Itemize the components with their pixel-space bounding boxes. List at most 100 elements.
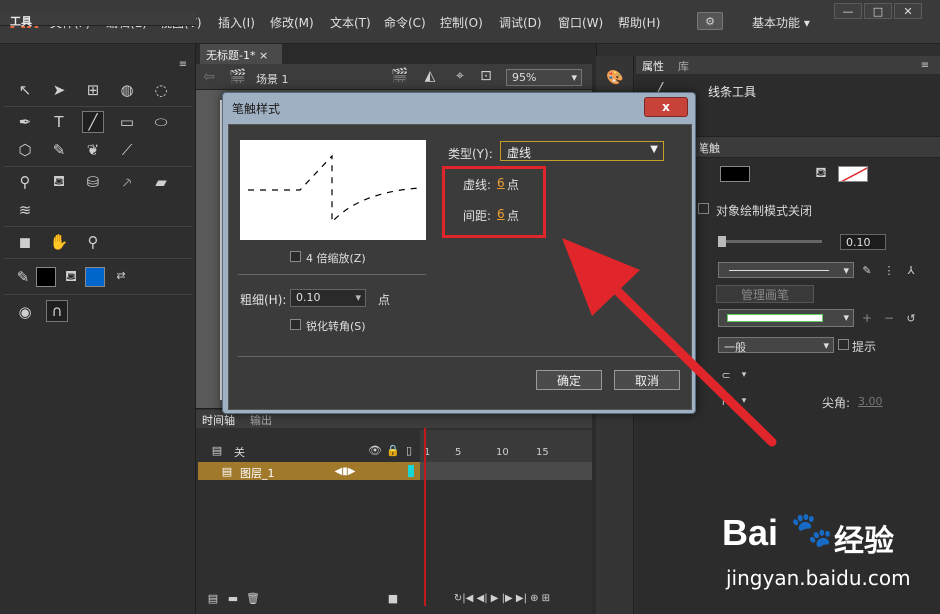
pen-icon[interactable]: ✒ <box>14 111 36 133</box>
annotation-arrow <box>562 238 777 447</box>
oval-icon[interactable]: ⬭ <box>150 111 172 133</box>
watermark-brand2: 经验 <box>834 524 894 559</box>
brush-icon[interactable]: ⟋ <box>116 139 138 161</box>
width-tool-icon[interactable]: ≋ <box>14 199 36 221</box>
line-tool-icon[interactable]: ╱ <box>82 111 104 133</box>
selection-tool-icon[interactable]: ↖ <box>14 79 36 101</box>
layer-color-indicator <box>408 465 414 477</box>
close-tab-icon[interactable]: × <box>259 49 268 62</box>
eraser-icon[interactable]: ▰ <box>150 171 172 193</box>
3d-rotation-icon[interactable]: ◍ <box>116 79 138 101</box>
hand-tool-icon[interactable]: ✋ <box>48 231 70 253</box>
reset-icon[interactable]: ↺ <box>904 311 918 325</box>
tab-properties[interactable]: 属性 <box>642 58 664 74</box>
fill-bucket-icon: ⛾ <box>815 165 827 181</box>
scene-label: 场景 1 <box>256 73 289 86</box>
workspace-label: 基本功能 <box>752 16 801 30</box>
chevron-down-icon: ▾ <box>843 264 849 277</box>
tab-timeline[interactable]: 时间轴 <box>202 412 235 428</box>
playback-controls-icon[interactable]: ◀▮▶ <box>328 464 362 478</box>
pencil-icon[interactable]: ✎ <box>48 139 70 161</box>
eyedropper-icon[interactable]: ⸕ <box>116 171 138 193</box>
highlight-box <box>442 166 546 238</box>
menu-item[interactable]: 窗口(W) <box>558 14 603 31</box>
add-icon[interactable]: + <box>860 311 874 325</box>
snap-icon[interactable]: ◉ <box>14 301 36 323</box>
fill-color-swatch[interactable] <box>85 267 105 287</box>
stroke-preview <box>240 140 426 240</box>
layer-frames[interactable] <box>420 462 592 480</box>
close-window-button[interactable]: ✕ <box>894 3 922 19</box>
layer-name[interactable]: 图层_1 <box>240 465 275 481</box>
remove-icon[interactable]: − <box>882 311 896 325</box>
transport-controls-icon[interactable]: ↻|◀ ◀| ▶ |▶ ▶| ⊕ ⊞ <box>412 591 592 605</box>
stroke-field[interactable]: 0.10 <box>840 234 886 250</box>
paint-bucket-icon[interactable]: ⛾ <box>48 171 70 193</box>
clip-stage-icon[interactable]: ⊡ <box>478 68 494 84</box>
menu-item[interactable]: 命令(C) <box>384 14 426 31</box>
back-arrow-icon[interactable]: ⇦ <box>202 69 216 85</box>
menu-item[interactable]: 调试(D) <box>499 14 542 31</box>
edit-scene-icon[interactable]: 🎬 <box>390 68 410 84</box>
camera-icon[interactable]: ◼ <box>14 231 36 253</box>
color-palette-icon[interactable]: 🎨 <box>604 68 626 88</box>
bone-tool-icon[interactable]: ⚲ <box>14 171 36 193</box>
stroke-color-swatch[interactable] <box>36 267 56 287</box>
panel-menu-icon[interactable]: ≡ <box>918 58 932 72</box>
chevron-down-icon: ▾ <box>355 291 361 304</box>
maximize-button[interactable]: □ <box>864 3 892 19</box>
menu-item[interactable]: 插入(I) <box>218 14 255 31</box>
trash-icon[interactable]: 🗑 <box>246 591 260 605</box>
sync-settings-icon[interactable]: ⚙ <box>697 12 723 30</box>
camera-layer-icon[interactable]: ■ <box>386 591 400 605</box>
ink-bottle-icon[interactable]: ⛁ <box>82 171 104 193</box>
rectangle-icon[interactable]: ▭ <box>116 111 138 133</box>
tab-output[interactable]: 输出 <box>250 412 272 428</box>
brush-library-icon[interactable]: ⋮ <box>882 262 896 278</box>
edit-symbol-icon[interactable]: ◭ <box>420 68 440 84</box>
zoom-tool-icon[interactable]: ⚲ <box>82 231 104 253</box>
document-tab[interactable]: 无标题-1* × <box>200 44 282 64</box>
outline-icon[interactable]: ▯ <box>404 443 414 457</box>
stroke-color-icon[interactable]: ✎ <box>12 266 34 288</box>
width-icon[interactable]: ⅄ <box>904 262 918 278</box>
edit-stroke-icon[interactable]: ✎ <box>860 262 874 278</box>
text-tool-icon[interactable]: T <box>48 111 70 133</box>
object-mode-checkbox[interactable] <box>698 203 709 214</box>
playhead[interactable] <box>424 428 426 606</box>
stroke-swatch[interactable] <box>720 166 750 182</box>
swap-colors-icon[interactable]: ⇄ <box>110 264 132 286</box>
magnet-icon[interactable]: ∩ <box>46 300 68 322</box>
minimize-button[interactable]: — <box>834 3 862 19</box>
paint-brush-icon[interactable]: ❦ <box>82 139 104 161</box>
hint-checkbox[interactable] <box>838 339 849 350</box>
dialog-close-button[interactable]: x <box>644 97 688 117</box>
menu-item[interactable]: 修改(M) <box>270 14 314 31</box>
menu-item[interactable]: 帮助(H) <box>618 14 660 31</box>
miter-value[interactable]: 3.00 <box>858 395 883 408</box>
polystar-icon[interactable]: ⬡ <box>14 139 36 161</box>
sharpen-checkbox[interactable] <box>290 319 301 330</box>
lasso-icon[interactable]: ◌ <box>150 79 172 101</box>
type-label: 类型(Y): <box>448 147 493 161</box>
panel-menu-icon[interactable]: ≡ <box>176 57 190 71</box>
free-transform-icon[interactable]: ⊞ <box>82 79 104 101</box>
type-value: 虚线 <box>507 146 532 160</box>
center-stage-icon[interactable]: ⌖ <box>452 68 468 84</box>
zoom-dropdown[interactable]: 95% ▾ <box>506 69 582 86</box>
lock-icon[interactable]: 🔒 <box>386 443 400 457</box>
eye-icon[interactable]: 👁 <box>368 443 382 457</box>
fill-color-icon[interactable]: ⛾ <box>60 266 82 288</box>
workspace-switcher[interactable]: 基本功能 ▾ <box>752 14 810 31</box>
new-layer-icon[interactable]: ▤ <box>206 591 220 605</box>
tool-name: 线条工具 <box>708 85 757 99</box>
tab-library[interactable]: 库 <box>678 58 689 74</box>
menu-item[interactable]: 文本(T) <box>330 14 371 31</box>
type-dropdown[interactable]: 虚线 ▼ <box>500 141 664 161</box>
zoom-4x-checkbox[interactable] <box>290 251 301 262</box>
fill-none-swatch[interactable] <box>838 166 868 182</box>
menu-item[interactable]: 控制(O) <box>440 14 483 31</box>
new-folder-icon[interactable]: ▬ <box>226 591 240 605</box>
thickness-field[interactable]: 0.10 ▾ <box>290 289 366 307</box>
subselection-tool-icon[interactable]: ➤ <box>48 79 70 101</box>
